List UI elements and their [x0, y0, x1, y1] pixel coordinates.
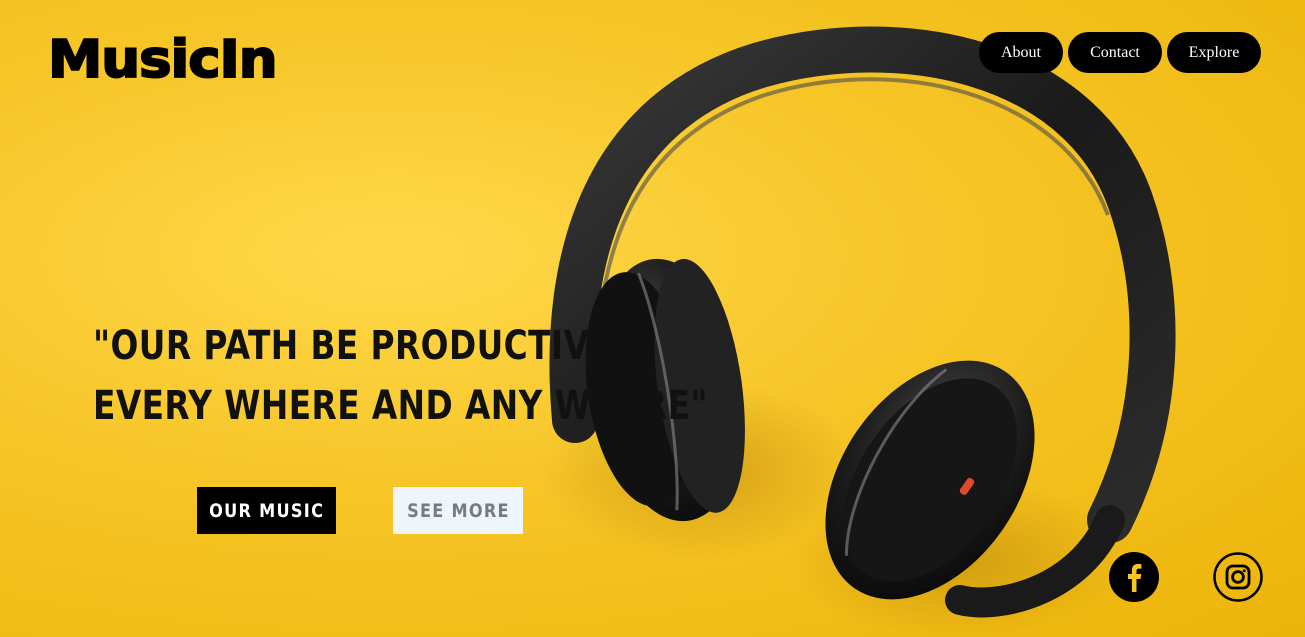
hero-quote-line-1: "OUR PATH BE PRODUCTIVE	[93, 323, 613, 369]
brand-logo[interactable]: MusicIn	[47, 29, 279, 91]
our-music-button[interactable]: OUR MUSIC	[197, 487, 336, 534]
instagram-icon[interactable]	[1213, 552, 1263, 602]
our-music-button-label: OUR MUSIC	[208, 499, 325, 522]
top-nav: About Contact Explore	[979, 32, 1261, 73]
see-more-button-label: SEE MORE	[406, 499, 510, 522]
nav-contact-button[interactable]: Contact	[1068, 32, 1162, 73]
facebook-icon[interactable]	[1109, 552, 1159, 602]
nav-about-button[interactable]: About	[979, 32, 1063, 73]
landing-page: MusicIn About Contact Explore "OUR PATH …	[0, 0, 1305, 637]
hero-quote: "OUR PATH BE PRODUCTIVE EVERY WHERE AND …	[93, 316, 708, 436]
see-more-button[interactable]: SEE MORE	[393, 487, 523, 534]
nav-explore-button[interactable]: Explore	[1167, 32, 1261, 73]
hero-quote-line-2: EVERY WHERE AND ANY WHERE"	[93, 383, 708, 429]
